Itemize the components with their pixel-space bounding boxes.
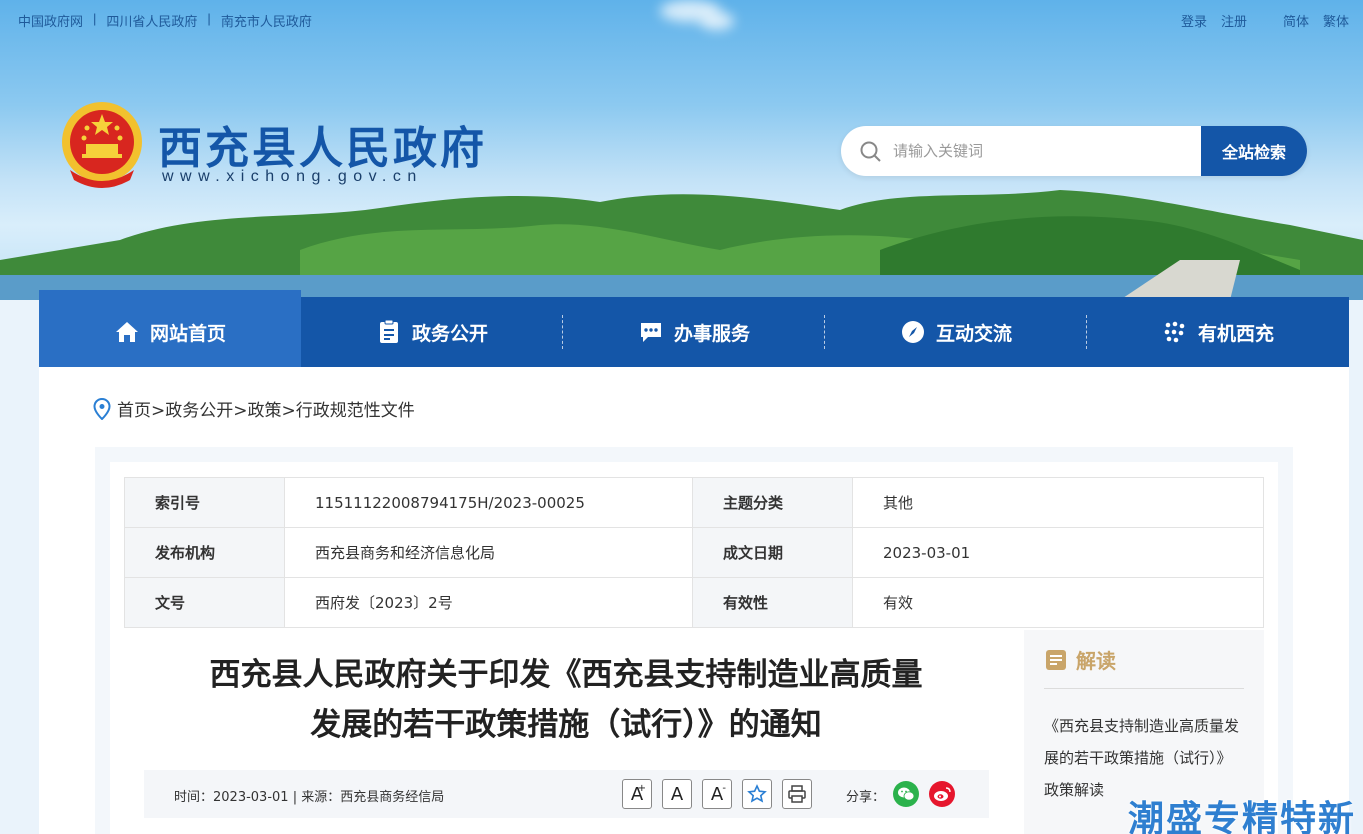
main-nav: 网站首页 政务公开 办事服务 互动交流 有机西充 — [39, 290, 1349, 367]
article-source: 西充县商务经信局 — [340, 790, 445, 805]
article-meta: 时间：2023-03-01 | 来源：西充县商务经信局 — [174, 786, 444, 805]
separator: | — [93, 11, 97, 26]
breadcrumb: 首页>政务公开>政策>行政规范性文件 — [93, 396, 415, 421]
nav-label: 网站首页 — [149, 322, 226, 345]
simplified-link[interactable]: 简体 — [1283, 11, 1309, 30]
wechat-icon — [898, 787, 915, 801]
separator: | — [288, 790, 302, 805]
clipboard-icon — [379, 319, 398, 343]
meta-value-date: 2023-03-01 — [852, 527, 1264, 578]
source-label: 来源： — [301, 790, 341, 805]
article-title-line: 西充县人民政府关于印发《西充县支持制造业高质量 — [209, 657, 923, 693]
star-icon — [747, 784, 767, 803]
time-label: 时间： — [174, 790, 214, 805]
printer-icon — [788, 785, 806, 803]
article-tools: A + A A- — [622, 779, 812, 809]
font-size-glyph: A — [670, 783, 684, 805]
breadcrumb-normative-docs[interactable]: 行政规范性文件 — [296, 401, 415, 421]
separator: | — [207, 11, 211, 26]
breadcrumb-policy[interactable]: 政策 — [248, 401, 282, 421]
national-emblem-icon — [62, 102, 142, 188]
plus-icon: + — [637, 783, 646, 794]
breadcrumb-separator: > — [233, 401, 248, 421]
favorite-button[interactable] — [742, 779, 772, 809]
document-meta-table: 索引号 11511122008794175H/2023-00025 主题分类 其… — [124, 477, 1264, 628]
meta-label: 发布机构 — [124, 527, 285, 578]
table-row: 索引号 11511122008794175H/2023-00025 主题分类 其… — [124, 477, 1264, 528]
article-info-bar: 时间：2023-03-01 | 来源：西充县商务经信局 A + A A- 分享： — [144, 770, 989, 818]
font-decrease-button[interactable]: A- — [702, 779, 732, 809]
meta-label: 文号 — [124, 577, 285, 628]
breadcrumb-separator: > — [151, 401, 166, 421]
article-title-line: 发展的若干政策措施（试行）》的通知 — [310, 707, 822, 743]
nav-item-home[interactable]: 网站首页 — [39, 290, 301, 367]
font-size-glyph: A — [710, 783, 724, 805]
cloud — [700, 12, 734, 30]
meta-value-doc-number: 西府发〔2023〕2号 — [284, 577, 693, 628]
home-icon — [115, 322, 138, 342]
share-label: 分享： — [846, 790, 886, 805]
top-links: 中国政府网 | 四川省人民政府 | 南充市人民政府 — [18, 11, 312, 30]
sidebar-heading-text: 解读 — [1076, 649, 1116, 673]
site-url: www.xichong.gov.cn — [162, 168, 423, 185]
table-row: 文号 西府发〔2023〕2号 有效性 有效 — [124, 577, 1264, 628]
document-icon — [1046, 649, 1066, 670]
breadcrumb-gov-affairs[interactable]: 政务公开 — [165, 401, 233, 421]
nav-item-organic-xichong[interactable]: 有机西充 — [1087, 297, 1349, 367]
location-pin-icon — [93, 397, 111, 420]
nav-label: 政务公开 — [411, 322, 488, 345]
site-title: 西充县人民政府 — [158, 123, 487, 174]
link-gov-cn[interactable]: 中国政府网 — [18, 11, 83, 30]
compass-icon — [901, 321, 924, 343]
article-title: 西充县人民政府关于印发《西充县支持制造业高质量 发展的若干政策措施（试行）》的通… — [124, 650, 1008, 750]
login-link[interactable]: 登录 — [1181, 11, 1207, 30]
nav-item-interaction[interactable]: 互动交流 — [825, 297, 1087, 367]
font-reset-button[interactable]: A — [662, 779, 692, 809]
meta-label: 有效性 — [692, 577, 853, 628]
link-sichuan-gov[interactable]: 四川省人民政府 — [106, 11, 197, 30]
header-banner: 中国政府网 | 四川省人民政府 | 南充市人民政府 登录 注册 简体 繁体 西充… — [0, 0, 1363, 300]
divider — [1044, 688, 1244, 689]
breadcrumb-separator: > — [281, 401, 296, 421]
traditional-link[interactable]: 繁体 — [1323, 11, 1349, 30]
share-weibo-button[interactable] — [929, 781, 955, 807]
meta-label: 索引号 — [124, 477, 285, 528]
meta-value-issuer: 西充县商务和经济信息化局 — [284, 527, 693, 578]
search-input[interactable] — [893, 126, 1193, 176]
search-button[interactable]: 全站检索 — [1201, 126, 1307, 176]
breadcrumb-home[interactable]: 首页 — [117, 401, 151, 421]
nav-item-gov-affairs[interactable]: 政务公开 — [301, 297, 563, 367]
publish-time: 2023-03-01 — [213, 790, 289, 805]
search-box: 全站检索 — [841, 126, 1307, 176]
register-link[interactable]: 注册 — [1221, 11, 1247, 30]
meta-label: 主题分类 — [692, 477, 853, 528]
meta-label: 成文日期 — [692, 527, 853, 578]
share-wechat-button[interactable] — [893, 781, 919, 807]
print-button[interactable] — [782, 779, 812, 809]
nav-label: 有机西充 — [1197, 322, 1274, 345]
font-increase-button[interactable]: A + — [622, 779, 652, 809]
search-icon — [860, 141, 881, 162]
meta-value-topic: 其他 — [852, 477, 1264, 528]
watermark-text: 潮盛专精特新 — [1128, 799, 1357, 834]
table-row: 发布机构 西充县商务和经济信息化局 成文日期 2023-03-01 — [124, 527, 1264, 578]
dots-grid-icon — [1164, 321, 1185, 343]
landscape-hills — [0, 190, 1363, 300]
nav-label: 办事服务 — [673, 322, 750, 345]
meta-value-index: 11511122008794175H/2023-00025 — [284, 477, 693, 528]
meta-value-validity: 有效 — [852, 577, 1264, 628]
chat-bubble-icon — [640, 323, 661, 342]
link-nanchong-gov[interactable]: 南充市人民政府 — [221, 11, 312, 30]
sidebar-heading: 解读 — [1044, 645, 1116, 674]
minus-icon: - — [722, 783, 726, 794]
weibo-icon — [934, 787, 951, 801]
nav-item-services[interactable]: 办事服务 — [563, 297, 825, 367]
top-right-links: 登录 注册 简体 繁体 — [1181, 11, 1349, 30]
nav-label: 互动交流 — [935, 322, 1012, 345]
